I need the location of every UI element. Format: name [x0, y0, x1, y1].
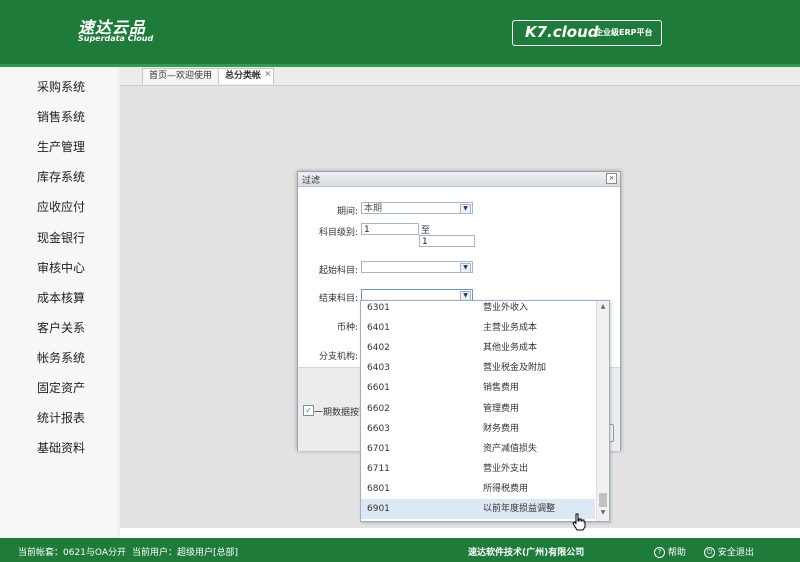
list-item[interactable]: 6403 营业税金及附加	[361, 358, 595, 378]
dropdown-scrollbar[interactable]: ▲ ▼	[596, 301, 609, 521]
list-item[interactable]: 6301 营业外收入	[361, 301, 595, 318]
subject-code: 6402	[367, 343, 390, 353]
list-item[interactable]: 6711 营业外支出	[361, 459, 595, 479]
dialog-titlebar[interactable]: 过滤 ×	[298, 172, 620, 187]
sidebar-item-accounting[interactable]: 帐务系统	[37, 349, 85, 366]
start-subject-label: 起始科目:	[318, 266, 358, 276]
scroll-up-icon[interactable]: ▲	[599, 303, 607, 310]
list-item[interactable]: 6701 资产减值损失	[361, 439, 595, 459]
product-slogan: 企业级ERP平台	[595, 28, 653, 37]
hand-cursor-icon	[572, 513, 586, 531]
scrollbar-thumb[interactable]	[599, 493, 607, 507]
list-item[interactable]: 6603 财务费用	[361, 419, 595, 439]
subject-name: 所得税费用	[483, 484, 529, 494]
sidebar-item-base-data[interactable]: 基础资料	[37, 439, 85, 456]
list-item[interactable]: 6402 其他业务成本	[361, 338, 595, 358]
sidebar-nav: 采购系统 销售系统 生产管理 库存系统 应收应付 现金银行 审核中心 成本核算 …	[0, 67, 118, 537]
period-select[interactable]: 本期 ▼	[361, 202, 473, 214]
subject-name: 管理费用	[483, 404, 520, 414]
tab-label: 首页—欢迎使用	[149, 71, 213, 81]
end-subject-dropdown: 6301 营业外收入 6401 主营业务成本 6402 其他业务成本 6403 …	[360, 300, 610, 522]
account-set-info: 当前帐套：0621与OA分开	[18, 548, 126, 558]
tab-general-ledger[interactable]: 总分类帐 ×	[218, 66, 275, 84]
app-header: 速达云品 Superdata Cloud K7.cloud 企业级ERP平台	[0, 0, 800, 64]
tab-bar: 首页—欢迎使用 总分类帐 ×	[120, 67, 800, 86]
sidebar-item-audit[interactable]: 审核中心	[37, 259, 85, 276]
company-name: 速达软件技术(广州)有限公司	[468, 548, 585, 558]
end-subject-label: 结束科目:	[318, 294, 358, 304]
period-value: 本期	[364, 204, 383, 214]
logout-button[interactable]: ⏻ 安全退出	[704, 545, 754, 558]
scroll-down-icon[interactable]: ▼	[599, 509, 607, 516]
subject-name: 资产减值损失	[483, 444, 538, 454]
sidebar-item-reports[interactable]: 统计报表	[37, 409, 85, 426]
subject-code: 6701	[367, 444, 390, 454]
content-bottom-strip	[120, 528, 800, 538]
subject-name: 主营业务成本	[483, 323, 538, 333]
subject-name: 销售费用	[483, 383, 520, 393]
subject-name: 营业外收入	[483, 303, 529, 313]
subject-code: 6301	[367, 303, 390, 313]
dialog-title: 过滤	[302, 176, 321, 186]
status-bar: 当前帐套：0621与OA分开 当前用户：超级用户[总部] 速达软件技术(广州)有…	[0, 538, 800, 562]
logout-label: 安全退出	[717, 548, 754, 558]
subject-name: 财务费用	[483, 424, 520, 434]
tab-label: 总分类帐	[225, 71, 262, 81]
subject-level-from-input[interactable]: 1	[361, 223, 419, 235]
subject-name: 以前年度损益调整	[483, 504, 556, 514]
list-item[interactable]: 6801 所得税费用	[361, 479, 595, 499]
product-badge: K7.cloud 企业级ERP平台	[512, 20, 662, 46]
help-button[interactable]: ? 帮助	[654, 545, 686, 558]
sidebar-item-purchase[interactable]: 采购系统	[37, 78, 85, 95]
sidebar-item-receivables[interactable]: 应收应付	[37, 198, 85, 215]
subject-code: 6603	[367, 424, 390, 434]
subject-code: 6401	[367, 323, 390, 333]
product-logo: K7.cloud	[525, 23, 599, 41]
brand-subtitle: Superdata Cloud	[78, 34, 154, 43]
sidebar-item-production[interactable]: 生产管理	[37, 138, 85, 155]
sidebar-item-cash-bank[interactable]: 现金银行	[37, 229, 85, 246]
sidebar-item-crm[interactable]: 客户关系	[37, 319, 85, 336]
subject-name: 其他业务成本	[483, 343, 538, 353]
subject-code: 6601	[367, 383, 390, 393]
sidebar-item-cost[interactable]: 成本核算	[37, 289, 85, 306]
subject-name: 营业外支出	[483, 464, 529, 474]
branch-label: 分支机构:	[318, 352, 358, 362]
sidebar-item-sales[interactable]: 销售系统	[37, 108, 85, 125]
list-item[interactable]: 6601 销售费用	[361, 378, 595, 398]
currency-label: 币种:	[336, 323, 358, 333]
list-item-highlighted[interactable]: 6901 以前年度损益调整	[361, 499, 595, 519]
chevron-down-icon[interactable]: ▼	[460, 204, 471, 214]
sidebar-item-inventory[interactable]: 库存系统	[37, 168, 85, 185]
power-icon: ⏻	[704, 547, 715, 558]
sidebar-item-fixed-assets[interactable]: 固定资产	[37, 379, 85, 396]
subject-name: 营业税金及附加	[483, 363, 547, 373]
period-label: 期间:	[336, 207, 358, 217]
close-icon[interactable]: ×	[606, 173, 617, 184]
question-circle-icon: ?	[654, 547, 665, 558]
chevron-down-icon[interactable]: ▼	[460, 263, 471, 273]
subject-level-label: 科目级别:	[318, 228, 358, 238]
subject-code: 6403	[367, 363, 390, 373]
subject-level-to-input[interactable]: 1	[419, 235, 475, 247]
help-label: 帮助	[667, 548, 686, 558]
subject-code: 6901	[367, 504, 390, 514]
start-subject-select[interactable]: ▼	[361, 261, 473, 273]
subject-code: 6711	[367, 464, 390, 474]
list-item[interactable]: 6602 管理费用	[361, 399, 595, 419]
subject-code: 6801	[367, 484, 390, 494]
period-data-checkbox[interactable]: ✓	[303, 405, 314, 416]
tab-home[interactable]: 首页—欢迎使用	[142, 68, 220, 84]
close-icon[interactable]: ×	[264, 66, 271, 81]
subject-code: 6602	[367, 404, 390, 414]
current-user-info: 当前用户：超级用户[总部]	[132, 548, 239, 558]
list-item[interactable]: 6401 主营业务成本	[361, 318, 595, 338]
